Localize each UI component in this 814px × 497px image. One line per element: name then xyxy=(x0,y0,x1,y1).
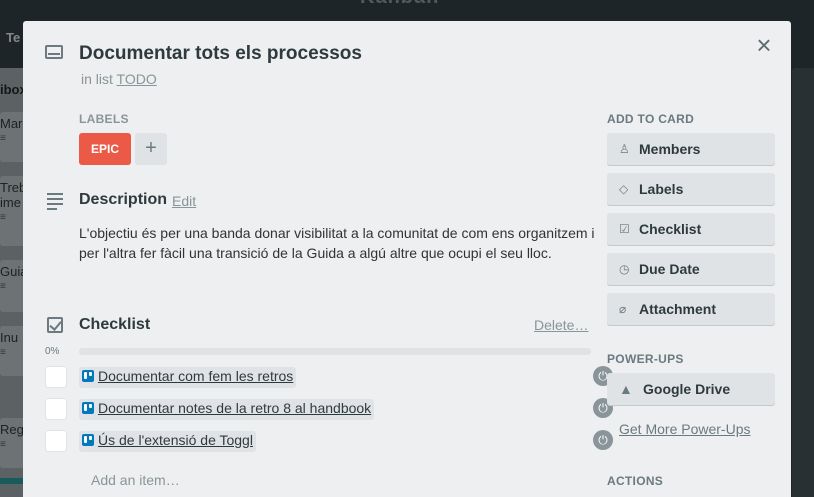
checklist-item-label[interactable]: Documentar notes de la retro 8 al handbo… xyxy=(98,400,371,416)
list-name-link[interactable]: TODO xyxy=(117,71,157,87)
due-date-button[interactable]: ◷ Due Date xyxy=(607,253,775,285)
checklist-item: Documentar notes de la retro 8 al handbo… xyxy=(45,398,613,420)
card-icon xyxy=(45,45,63,59)
close-button[interactable]: × xyxy=(753,32,775,58)
actions-heading: ACTIONS xyxy=(607,474,664,488)
checklist-progress-bar xyxy=(79,348,591,355)
paperclip-icon: ⌀ xyxy=(619,302,627,316)
members-button[interactable]: ♙ Members xyxy=(607,133,775,165)
card-title[interactable]: Documentar tots els processos xyxy=(79,43,362,65)
in-list-text: in list TODO xyxy=(81,71,157,87)
checklist-delete-link[interactable]: Delete… xyxy=(534,317,588,333)
power-ups-heading: POWER-UPS xyxy=(607,352,684,366)
checklist-item-label[interactable]: Ús de l'extensió de Toggl xyxy=(98,432,253,448)
description-edit-link[interactable]: Edit xyxy=(172,193,196,209)
trello-card-icon xyxy=(82,402,94,414)
description-heading: Description xyxy=(79,191,168,208)
google-drive-icon: ▲ xyxy=(619,381,633,397)
description-icon xyxy=(47,193,63,213)
attachment-button-label: Attachment xyxy=(639,301,717,317)
checklist-progress-percent: 0% xyxy=(45,346,60,357)
google-drive-button[interactable]: ▲ Google Drive xyxy=(607,373,775,405)
in-list-prefix: in list xyxy=(81,71,113,87)
get-more-power-ups-link[interactable]: Get More Power-Ups xyxy=(619,421,750,437)
attachment-button[interactable]: ⌀ Attachment xyxy=(607,293,775,325)
due-date-clock-icon[interactable]: ⏻ xyxy=(593,430,613,450)
labels-button-label: Labels xyxy=(639,181,684,197)
trello-card-icon xyxy=(82,434,94,446)
add-checklist-item-input[interactable]: Add an item… xyxy=(91,472,180,488)
checklist-item: Ús de l'extensió de Toggl ⏻ xyxy=(45,430,613,452)
description-text[interactable]: L'objectiu és per una banda donar visibi… xyxy=(79,223,599,263)
tag-icon: ◇ xyxy=(619,182,629,196)
checklist-item-text[interactable]: Documentar com fem les retros xyxy=(79,367,297,388)
checklist-item-checkbox[interactable] xyxy=(45,430,67,452)
add-label-button[interactable]: + xyxy=(135,133,167,165)
add-to-card-heading: ADD TO CARD xyxy=(607,112,695,126)
members-button-label: Members xyxy=(639,141,701,157)
checklist-item-text[interactable]: Ús de l'extensió de Toggl xyxy=(79,431,256,452)
checklist-icon xyxy=(47,317,63,333)
checklist-heading[interactable]: Checklist xyxy=(79,316,150,334)
trello-card-icon xyxy=(82,370,94,382)
due-date-button-label: Due Date xyxy=(639,261,700,277)
checklist-item-text[interactable]: Documentar notes de la retro 8 al handbo… xyxy=(79,399,375,420)
checkbox-icon: ☑ xyxy=(619,222,630,236)
google-drive-button-label: Google Drive xyxy=(643,381,731,397)
checklist-button[interactable]: ☑ Checklist xyxy=(607,213,775,245)
checklist-item-label[interactable]: Documentar com fem les retros xyxy=(98,368,293,384)
checklist-item: Documentar com fem les retros ⏻ xyxy=(45,366,613,388)
clock-icon: ◷ xyxy=(619,262,630,276)
checklist-item-checkbox[interactable] xyxy=(45,398,67,420)
labels-button[interactable]: ◇ Labels xyxy=(607,173,775,205)
card-detail-modal: × Documentar tots els processos in list … xyxy=(23,21,791,497)
label-epic[interactable]: EPIC xyxy=(79,133,131,165)
checklist-button-label: Checklist xyxy=(639,221,702,237)
person-icon: ♙ xyxy=(619,142,630,156)
checklist-item-checkbox[interactable] xyxy=(45,366,67,388)
labels-heading: LABELS xyxy=(79,112,129,126)
